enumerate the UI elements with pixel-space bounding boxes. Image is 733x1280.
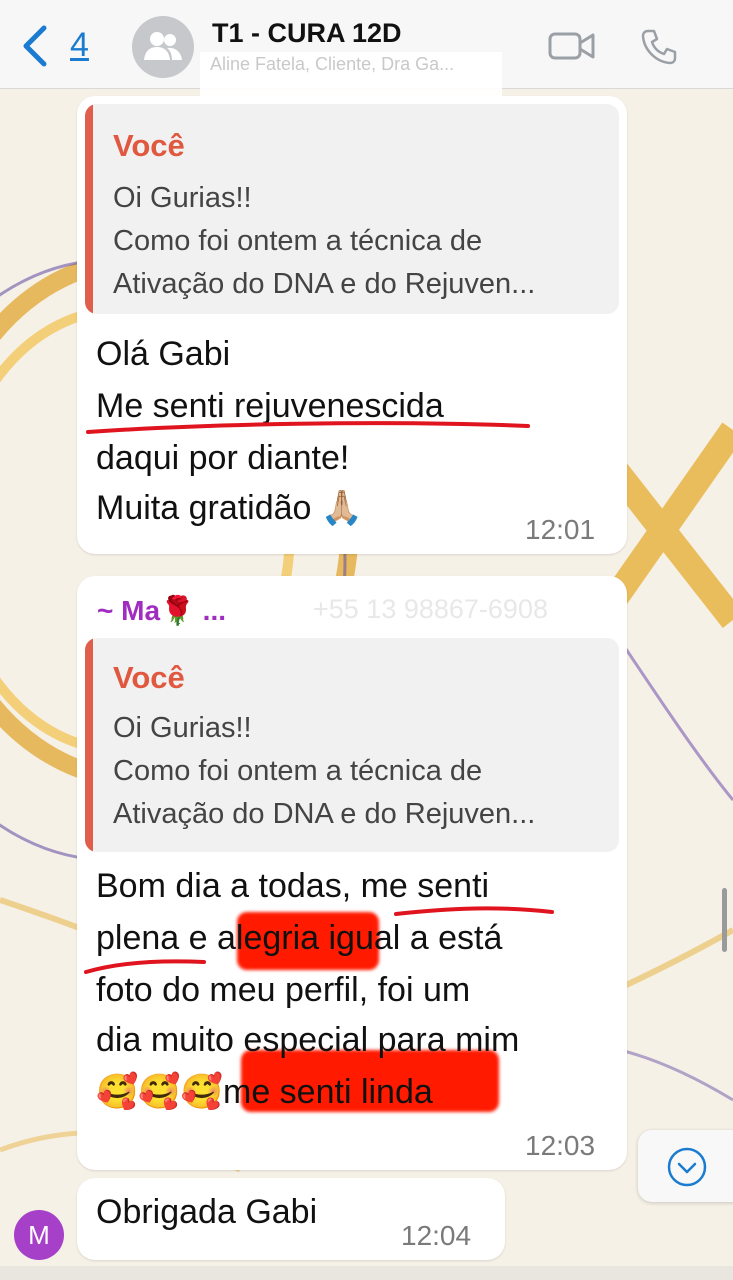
quoted-message[interactable]: Você Oi Gurias!! Como foi ontem a técnic…	[85, 638, 619, 852]
quote-line: Ativação do DNA e do Rejuven...	[113, 268, 536, 300]
scroll-to-bottom-button[interactable]	[638, 1130, 733, 1202]
message-line: daqui por diante!	[96, 439, 350, 477]
back-chevron-icon	[23, 25, 47, 67]
message-bubble[interactable]: Você Oi Gurias!! Como foi ontem a técnic…	[77, 96, 627, 554]
bottom-edge	[0, 1266, 733, 1280]
group-avatar-icon	[144, 32, 182, 60]
chat-header: 4 T1 - CURA 12D Aline Fatela, Cliente, D…	[0, 0, 733, 96]
chat-participants[interactable]: Aline Fatela, Cliente, Dra Ga...	[200, 52, 502, 96]
message-time: 12:03	[525, 1130, 596, 1161]
scrollbar[interactable]	[722, 888, 727, 952]
message-bubble[interactable]: Obrigada Gabi 12:04	[77, 1178, 505, 1260]
sender-phone: +55 13 98867-6908	[313, 594, 548, 624]
message-line: 🥰🥰🥰me senti linda	[96, 1073, 433, 1111]
sender-avatar[interactable]: M	[14, 1210, 64, 1260]
message-time: 12:01	[525, 514, 596, 545]
chat-title[interactable]: T1 - CURA 12D	[212, 18, 402, 49]
message-line: Muita gratidão 🙏🏼	[96, 489, 364, 527]
message-sender: ~ Ma🌹 ...	[97, 595, 227, 626]
video-call-icon	[548, 32, 595, 60]
message-line: Olá Gabi	[96, 335, 231, 373]
unread-count: 4	[70, 26, 89, 64]
back-button[interactable]: 4	[20, 22, 110, 72]
message-time: 12:04	[401, 1220, 472, 1251]
quoted-message[interactable]: Você Oi Gurias!! Como foi ontem a técnic…	[85, 104, 619, 314]
quote-bar	[85, 104, 93, 314]
video-call-button[interactable]	[548, 30, 596, 67]
quote-line: Como foi ontem a técnica de	[113, 755, 483, 787]
chevron-down-icon	[667, 1147, 707, 1187]
quote-line: Ativação do DNA e do Rejuven...	[113, 798, 536, 830]
message-line: dia muito especial para mim	[96, 1021, 520, 1059]
message-bubble[interactable]: ~ Ma🌹 ... +55 13 98867-6908 Você Oi Guri…	[77, 576, 627, 1170]
red-underline	[84, 959, 206, 974]
voice-call-button[interactable]	[640, 28, 678, 71]
quote-line: Oi Gurias!!	[113, 182, 252, 214]
quote-author: Você	[113, 128, 185, 163]
message-line: Obrigada Gabi	[96, 1193, 318, 1231]
red-underline	[86, 421, 530, 434]
quote-line: Como foi ontem a técnica de	[113, 225, 483, 257]
red-underline	[394, 906, 554, 916]
quote-line: Oi Gurias!!	[113, 712, 252, 744]
quote-bar	[85, 638, 93, 852]
group-avatar[interactable]	[132, 16, 194, 78]
quote-author: Você	[113, 660, 185, 695]
phone-call-icon	[641, 29, 677, 65]
